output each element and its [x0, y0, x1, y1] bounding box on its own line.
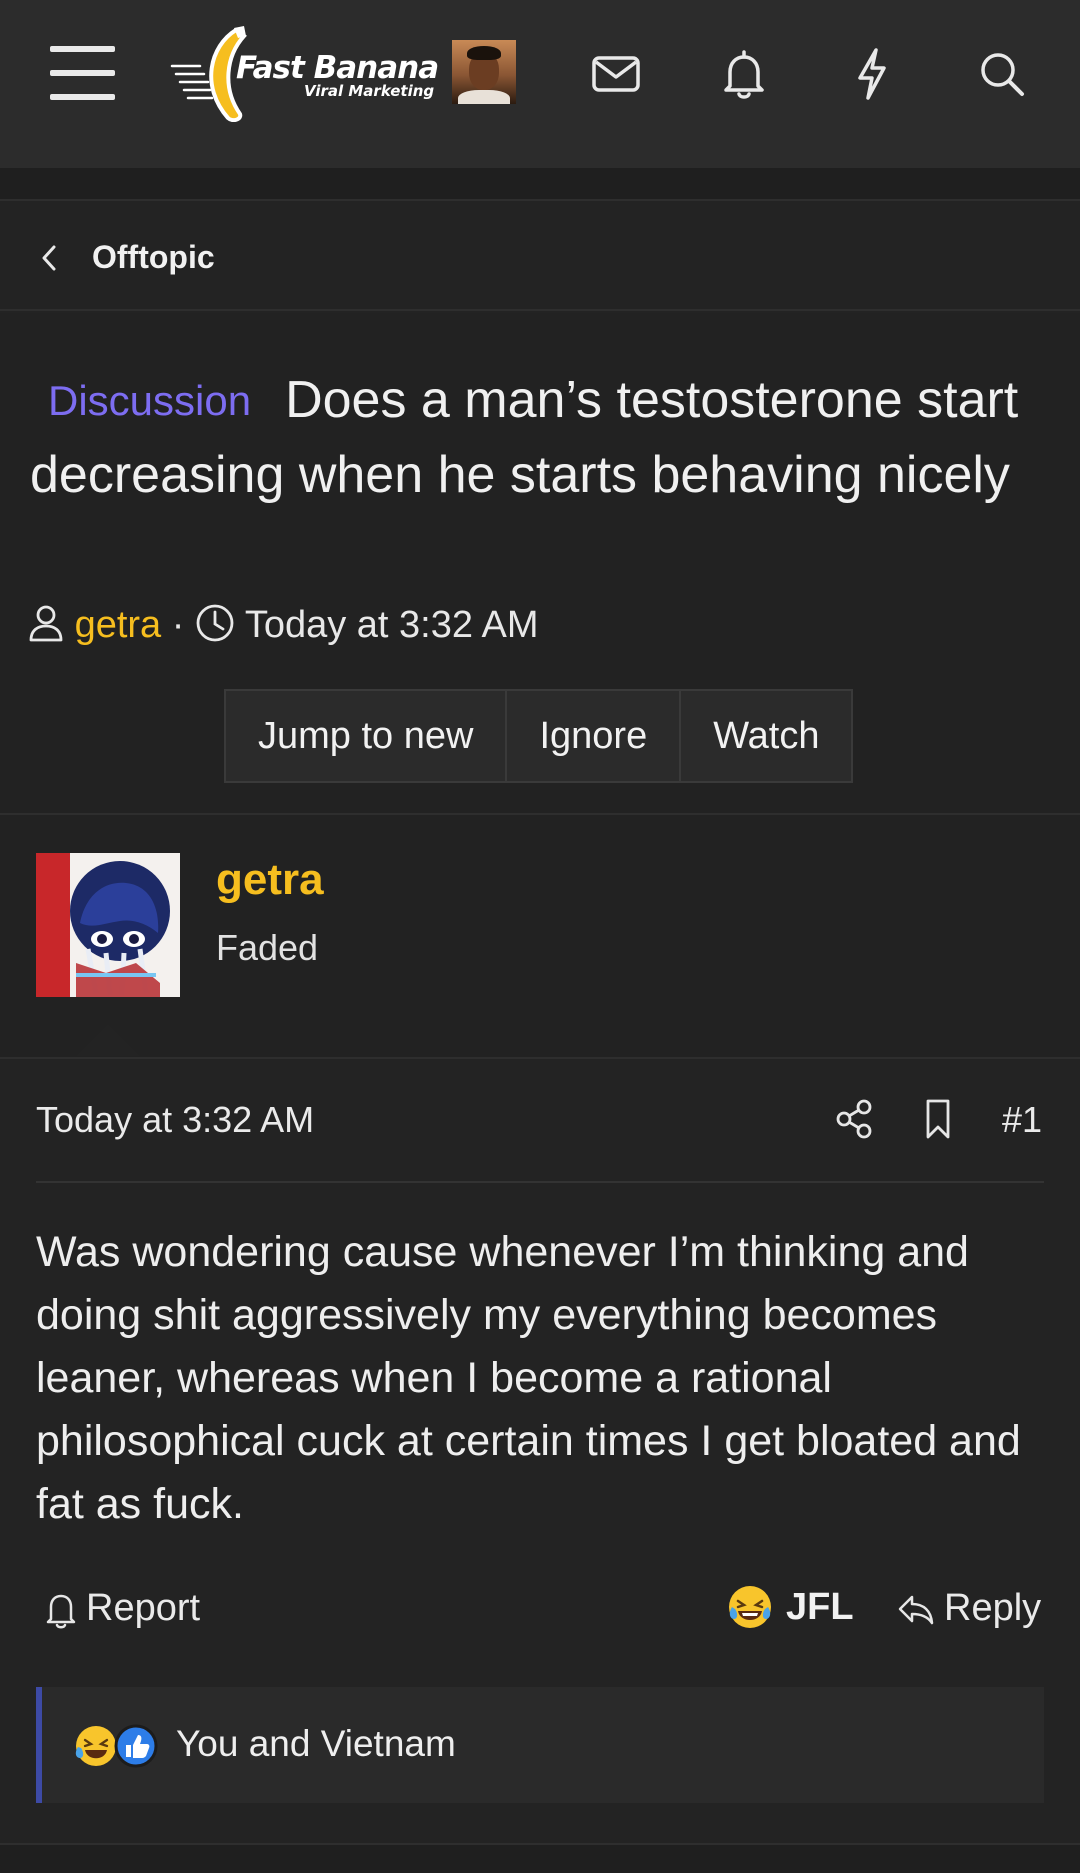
lightning-icon[interactable] [842, 44, 902, 104]
manga-avatar-image [36, 853, 180, 997]
report-button[interactable]: Report [42, 1587, 200, 1630]
meta-separator: · [171, 604, 185, 646]
next-post-edge [0, 1843, 1080, 1873]
jump-to-new-button[interactable]: Jump to new [226, 691, 506, 781]
reply-label: Reply [944, 1587, 1042, 1629]
post-message: Was wondering cause whenever I’m thinkin… [36, 1228, 1021, 1528]
logo-subtitle: Viral Marketing [304, 82, 435, 100]
thread-action-buttons: Jump to new Ignore Watch [224, 689, 854, 783]
mail-icon[interactable] [586, 44, 646, 104]
top-navigation-bar: Fast Banana Viral Marketing [0, 0, 1080, 168]
bookmark-icon[interactable] [918, 1089, 958, 1149]
reaction-icons [75, 1724, 158, 1768]
laughing-crying-emoji-icon [729, 1586, 771, 1628]
thread-header: Discussion Does a man’s testosterone star… [0, 313, 1080, 813]
reactions-summary-text[interactable]: You and Vietnam [176, 1723, 456, 1765]
clock-icon [196, 604, 234, 642]
watch-button[interactable]: Watch [679, 691, 852, 781]
post-author-avatar[interactable] [36, 853, 180, 997]
post-footer-actions: Report JFL Reply [0, 1579, 1080, 1651]
user-avatar[interactable] [452, 40, 516, 104]
reply-button[interactable]: Reply [896, 1587, 1041, 1630]
post-author-name[interactable]: getra [216, 855, 324, 905]
laughing-crying-emoji-icon [75, 1726, 116, 1766]
post-user-header: getra Faded [0, 813, 1080, 1057]
user-icon [29, 605, 63, 642]
menu-icon[interactable] [50, 46, 115, 100]
post-author-title: Faded [216, 927, 319, 968]
report-label: Report [86, 1587, 201, 1629]
search-icon[interactable] [972, 44, 1032, 104]
thread-meta: getra · Today at 3:32 AM [28, 603, 538, 653]
post-divider [36, 1181, 1044, 1183]
bell-icon[interactable] [714, 44, 774, 104]
thread-time[interactable]: Today at 3:32 AM [245, 604, 539, 646]
post-number-link[interactable]: #1 [1002, 1099, 1042, 1141]
share-icon[interactable] [832, 1089, 878, 1149]
thread-author-link[interactable]: getra [75, 604, 162, 646]
post-date[interactable]: Today at 3:32 AM [36, 1099, 314, 1141]
thread-title: Discussion Does a man’s testosterone star… [30, 363, 1050, 513]
like-thumbs-up-icon [114, 1724, 158, 1768]
reactions-summary[interactable]: You and Vietnam [36, 1687, 1044, 1803]
logo-title: Fast Banana [236, 50, 439, 86]
reaction-jfl-button[interactable]: JFL [726, 1583, 854, 1631]
reaction-jfl-label: JFL [786, 1585, 854, 1628]
chevron-left-icon[interactable] [38, 241, 60, 275]
header-spacer [0, 168, 1080, 201]
ignore-button[interactable]: Ignore [505, 691, 680, 781]
thread-prefix-label[interactable]: Discussion [48, 363, 251, 438]
breadcrumb-offtopic[interactable]: Offtopic [92, 239, 215, 276]
breadcrumb[interactable]: Offtopic [0, 203, 1080, 311]
reply-arrow-icon [898, 1595, 934, 1624]
bell-icon [46, 1594, 76, 1628]
post-pointer [76, 1024, 140, 1056]
post-body: Today at 3:32 AM #1 Was wondering cause … [0, 1057, 1080, 1843]
